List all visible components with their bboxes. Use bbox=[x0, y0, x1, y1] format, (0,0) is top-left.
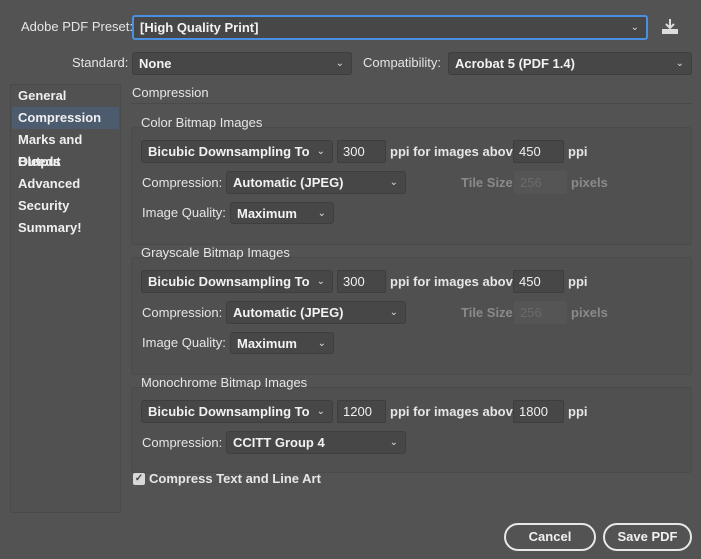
save-preset-icon[interactable] bbox=[661, 18, 679, 36]
group-title: Grayscale Bitmap Images bbox=[141, 245, 290, 260]
group-title: Monochrome Bitmap Images bbox=[141, 375, 308, 390]
compatibility-select[interactable]: Acrobat 5 (PDF 1.4) ⌄ bbox=[448, 52, 692, 75]
standard-value: None bbox=[139, 56, 172, 71]
tile-size-label: Tile Size: bbox=[461, 305, 518, 320]
sidebar: General Compression Marks and Bleeds Out… bbox=[10, 84, 121, 513]
compression-value: Automatic (JPEG) bbox=[233, 305, 344, 320]
compression-label: Compression: bbox=[142, 435, 223, 450]
compression-select[interactable]: Automatic (JPEG) ⌄ bbox=[226, 171, 406, 194]
compression-value: CCITT Group 4 bbox=[233, 435, 325, 450]
save-pdf-button[interactable]: Save PDF bbox=[603, 523, 692, 551]
chevron-down-icon: ⌄ bbox=[389, 307, 398, 318]
sidebar-item-output[interactable]: Output bbox=[12, 151, 119, 173]
standard-select[interactable]: None ⌄ bbox=[132, 52, 352, 75]
ppi-unit-label: ppi bbox=[568, 144, 588, 159]
compression-label: Compression: bbox=[142, 175, 223, 190]
chevron-down-icon: ⌄ bbox=[316, 406, 325, 417]
preset-value: [High Quality Print] bbox=[140, 20, 259, 35]
downsampling-select[interactable]: Bicubic Downsampling To ⌄ bbox=[141, 270, 333, 293]
image-quality-select[interactable]: Maximum ⌄ bbox=[230, 202, 334, 224]
chevron-down-icon: ⌄ bbox=[316, 276, 325, 287]
sidebar-item-general[interactable]: General bbox=[12, 85, 119, 107]
chevron-down-icon: ⌄ bbox=[389, 177, 398, 188]
compatibility-label: Compatibility: bbox=[363, 55, 442, 70]
downsampling-value: Bicubic Downsampling To bbox=[148, 274, 310, 289]
chevron-down-icon: ⌄ bbox=[630, 22, 639, 33]
ppi-input[interactable]: 1200 bbox=[337, 400, 386, 423]
tile-unit-label: pixels bbox=[571, 175, 608, 190]
downsampling-select[interactable]: Bicubic Downsampling To ⌄ bbox=[141, 140, 333, 163]
chevron-down-icon: ⌄ bbox=[335, 58, 344, 69]
image-quality-value: Maximum bbox=[237, 336, 297, 351]
sidebar-item-security[interactable]: Security bbox=[12, 195, 119, 217]
compression-value: Automatic (JPEG) bbox=[233, 175, 344, 190]
chevron-down-icon: ⌄ bbox=[675, 58, 684, 69]
ppi-above-label: ppi for images above bbox=[390, 144, 521, 159]
ppi-unit-label: ppi bbox=[568, 274, 588, 289]
image-quality-label: Image Quality: bbox=[142, 205, 226, 220]
ppi-unit-label: ppi bbox=[568, 404, 588, 419]
group-title: Color Bitmap Images bbox=[141, 115, 263, 130]
standard-label: Standard: bbox=[72, 55, 129, 70]
compress-text-checkbox[interactable]: ✓ bbox=[133, 473, 145, 485]
tile-size-label: Tile Size: bbox=[461, 175, 518, 190]
downsampling-select[interactable]: Bicubic Downsampling To ⌄ bbox=[141, 400, 333, 423]
chevron-down-icon: ⌄ bbox=[317, 338, 326, 349]
image-quality-label: Image Quality: bbox=[142, 335, 226, 350]
image-quality-value: Maximum bbox=[237, 206, 297, 221]
compression-label: Compression: bbox=[142, 305, 223, 320]
downsampling-value: Bicubic Downsampling To bbox=[148, 404, 310, 419]
above-ppi-input[interactable]: 450 bbox=[513, 270, 564, 293]
sidebar-item-advanced[interactable]: Advanced bbox=[12, 173, 119, 195]
compression-select[interactable]: Automatic (JPEG) ⌄ bbox=[226, 301, 406, 324]
sidebar-item-marks-and-bleeds[interactable]: Marks and Bleeds bbox=[12, 129, 119, 169]
chevron-down-icon: ⌄ bbox=[317, 208, 326, 219]
tile-unit-label: pixels bbox=[571, 305, 608, 320]
image-quality-select[interactable]: Maximum ⌄ bbox=[230, 332, 334, 354]
compression-select[interactable]: CCITT Group 4 ⌄ bbox=[226, 431, 406, 454]
tile-size-input: 256 bbox=[514, 301, 567, 324]
tile-size-input: 256 bbox=[514, 171, 567, 194]
chevron-down-icon: ⌄ bbox=[389, 437, 398, 448]
sidebar-item-summary[interactable]: Summary! bbox=[12, 217, 119, 239]
preset-select[interactable]: [High Quality Print] ⌄ bbox=[132, 15, 648, 40]
cancel-button[interactable]: Cancel bbox=[504, 523, 596, 551]
compatibility-value: Acrobat 5 (PDF 1.4) bbox=[455, 56, 575, 71]
downsampling-value: Bicubic Downsampling To bbox=[148, 144, 310, 159]
section-divider bbox=[131, 103, 692, 104]
ppi-above-label: ppi for images above bbox=[390, 404, 521, 419]
section-title: Compression bbox=[132, 85, 209, 100]
ppi-input[interactable]: 300 bbox=[337, 270, 386, 293]
sidebar-item-compression[interactable]: Compression bbox=[12, 107, 119, 129]
above-ppi-input[interactable]: 450 bbox=[513, 140, 564, 163]
ppi-input[interactable]: 300 bbox=[337, 140, 386, 163]
ppi-above-label: ppi for images above bbox=[390, 274, 521, 289]
chevron-down-icon: ⌄ bbox=[316, 146, 325, 157]
compress-text-label: Compress Text and Line Art bbox=[149, 471, 321, 486]
above-ppi-input[interactable]: 1800 bbox=[513, 400, 564, 423]
preset-label: Adobe PDF Preset: bbox=[21, 19, 133, 34]
